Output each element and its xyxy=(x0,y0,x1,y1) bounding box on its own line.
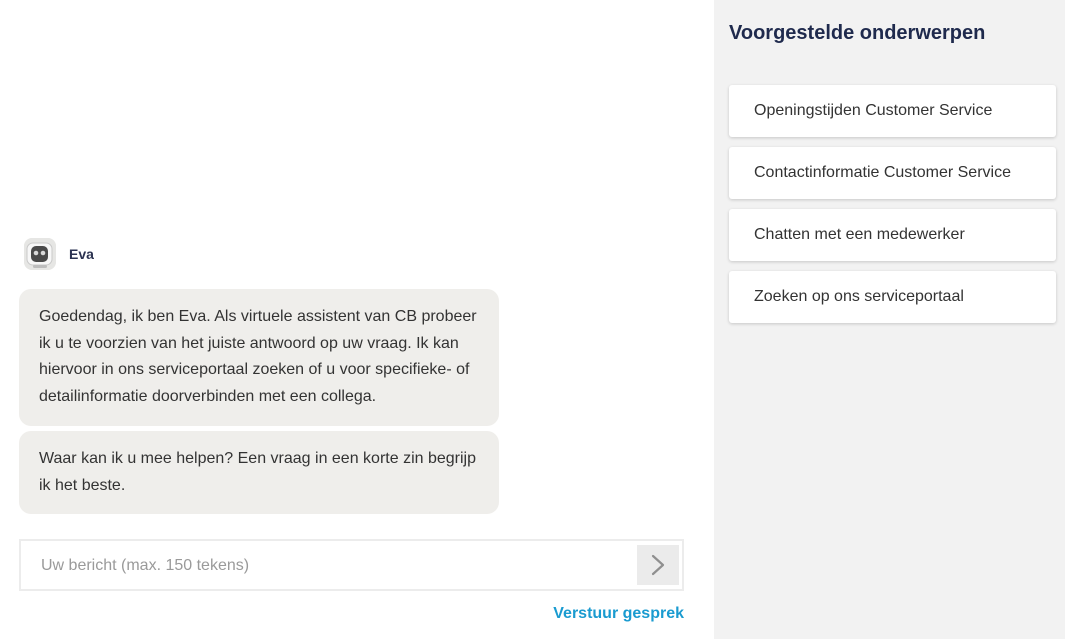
suggestion-item[interactable]: Contactinformatie Customer Service xyxy=(729,147,1056,199)
message-input[interactable] xyxy=(41,553,631,579)
robot-icon xyxy=(24,238,56,270)
suggestion-label: Openingstijden Customer Service xyxy=(754,102,993,119)
suggestions-title: Voorgestelde onderwerpen xyxy=(729,22,986,44)
chat-message-text: Waar kan ik u mee helpen? Een vraag in e… xyxy=(39,450,476,494)
bot-avatar xyxy=(24,238,56,270)
chat-message-text: Goedendag, ik ben Eva. Als virtuele assi… xyxy=(39,308,477,405)
message-composer xyxy=(19,539,684,591)
suggestion-label: Chatten met een medewerker xyxy=(754,226,965,243)
send-button[interactable] xyxy=(637,545,679,585)
suggestion-label: Contactinformatie Customer Service xyxy=(754,164,1011,181)
suggestions-panel: Voorgestelde onderwerpen Openingstijden … xyxy=(714,0,1065,639)
chat-message-bubble: Waar kan ik u mee helpen? Een vraag in e… xyxy=(19,431,499,514)
suggestion-item[interactable]: Chatten met een medewerker xyxy=(729,209,1056,261)
suggestion-item[interactable]: Zoeken op ons serviceportaal xyxy=(729,271,1056,323)
bot-name: Eva xyxy=(69,246,94,262)
chevron-right-icon xyxy=(651,554,665,576)
suggestion-item[interactable]: Openingstijden Customer Service xyxy=(729,85,1056,137)
chat-message-bubble: Goedendag, ik ben Eva. Als virtuele assi… xyxy=(19,289,499,426)
bot-header: Eva xyxy=(24,238,94,270)
end-chat-link[interactable]: Verstuur gesprek xyxy=(553,605,684,623)
suggestion-label: Zoeken op ons serviceportaal xyxy=(754,288,964,305)
chat-page: Eva Goedendag, ik ben Eva. Als virtuele … xyxy=(0,0,1065,639)
chat-panel: Eva Goedendag, ik ben Eva. Als virtuele … xyxy=(0,0,714,639)
